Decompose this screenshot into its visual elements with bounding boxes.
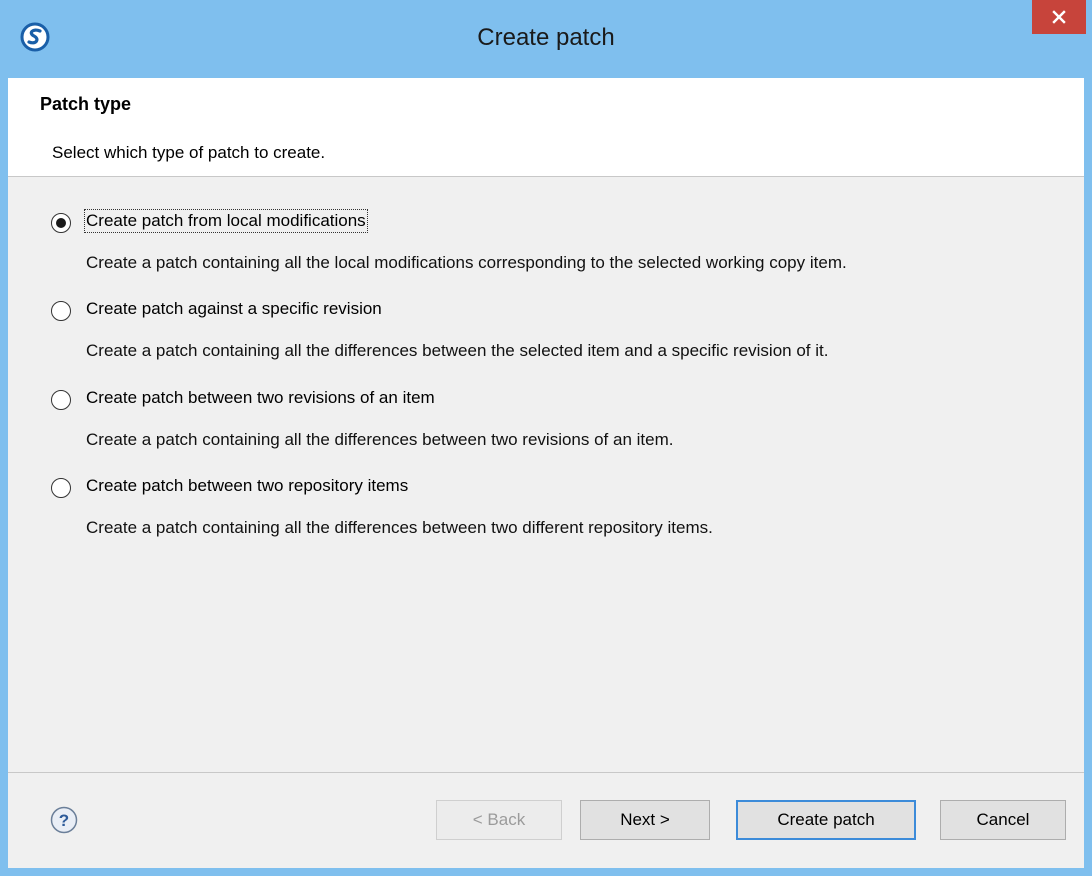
close-icon xyxy=(1052,10,1066,24)
dialog-body: Patch type Select which type of patch to… xyxy=(8,78,1084,868)
option-label[interactable]: Create patch against a specific revision xyxy=(86,299,382,319)
option-description: Create a patch containing all the differ… xyxy=(86,518,713,537)
radio-two-revisions[interactable] xyxy=(51,390,71,410)
cancel-button[interactable]: Cancel xyxy=(940,800,1066,840)
close-button[interactable] xyxy=(1032,0,1086,34)
option-local-modifications[interactable]: Create patch from local modifications Cr… xyxy=(8,209,1084,293)
option-description: Create a patch containing all the differ… xyxy=(86,341,829,360)
option-specific-revision[interactable]: Create patch against a specific revision… xyxy=(8,299,1084,381)
help-icon[interactable]: ? xyxy=(50,806,78,834)
next-button[interactable]: Next > xyxy=(580,800,710,840)
window-title: Create patch xyxy=(477,24,615,51)
title-bar[interactable]: Create patch xyxy=(0,0,1092,78)
radio-selected-dot xyxy=(56,218,66,228)
wizard-header: Patch type Select which type of patch to… xyxy=(8,78,1084,177)
option-label[interactable]: Create patch from local modifications xyxy=(84,209,368,233)
option-description: Create a patch containing all the differ… xyxy=(86,430,674,449)
radio-two-repository-items[interactable] xyxy=(51,478,71,498)
svg-text:?: ? xyxy=(59,811,69,830)
footer-divider xyxy=(8,772,1084,773)
radio-specific-revision[interactable] xyxy=(51,301,71,321)
option-label[interactable]: Create patch between two revisions of an… xyxy=(86,388,435,408)
option-description: Create a patch containing all the local … xyxy=(86,253,847,272)
option-two-revisions[interactable]: Create patch between two revisions of an… xyxy=(8,388,1084,470)
create-patch-dialog: Create patch Patch type Select which typ… xyxy=(0,0,1092,876)
page-description: Select which type of patch to create. xyxy=(52,143,326,162)
page-title: Patch type xyxy=(40,94,132,114)
back-button[interactable]: < Back xyxy=(436,800,562,840)
option-two-repository-items[interactable]: Create patch between two repository item… xyxy=(8,476,1084,558)
option-label[interactable]: Create patch between two repository item… xyxy=(86,476,408,496)
create-patch-button[interactable]: Create patch xyxy=(736,800,916,840)
radio-local-modifications[interactable] xyxy=(51,213,71,233)
